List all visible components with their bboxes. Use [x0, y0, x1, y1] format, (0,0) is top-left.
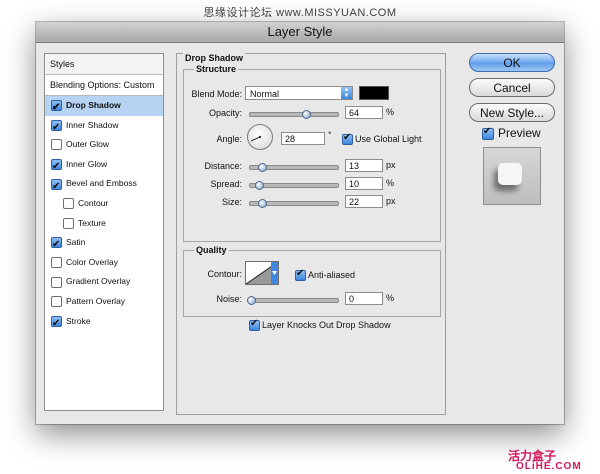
preview-chip — [498, 163, 522, 185]
opacity-field[interactable]: 64 — [345, 106, 383, 119]
noise-unit: % — [386, 293, 395, 303]
styles-header[interactable]: Styles — [45, 54, 163, 75]
sidebar-item-label: Satin — [66, 237, 86, 248]
shadow-color-swatch[interactable] — [359, 86, 389, 100]
noise-field[interactable]: 0 — [345, 292, 383, 305]
preview-thumbnail — [483, 147, 541, 205]
sidebar-item[interactable]: Texture — [45, 214, 163, 234]
sidebar-item[interactable]: Color Overlay — [45, 253, 163, 273]
distance-label: Distance: — [204, 161, 242, 171]
knockout-label: Layer Knocks Out Drop Shadow — [262, 320, 391, 330]
use-global-light-checkbox[interactable] — [342, 132, 353, 145]
sidebar-item-label: Inner Shadow — [66, 119, 119, 130]
sidebar-item-checkbox[interactable] — [63, 198, 74, 210]
spread-slider-knob[interactable] — [254, 181, 264, 190]
cancel-button[interactable]: Cancel — [469, 78, 555, 97]
sidebar-item-checkbox[interactable] — [51, 314, 62, 333]
sidebar-item-checkbox[interactable] — [51, 98, 62, 118]
watermark-text: 思缘设计论坛 www.MISSYUAN.COM — [203, 7, 397, 19]
sidebar-item-label: Color Overlay — [66, 256, 118, 267]
angle-dial[interactable] — [247, 124, 273, 150]
sidebar-item-label: Outer Glow — [66, 139, 109, 150]
sidebar-item-label: Stroke — [66, 315, 91, 326]
contour-label: Contour: — [207, 269, 242, 279]
style-list: Drop Shadow Inner Shadow Outer Glow Inner G… — [45, 96, 163, 333]
sidebar-item-label: Drop Shadow — [66, 100, 121, 110]
spread-unit: % — [386, 178, 395, 188]
site-logo-en: OLiHE.COM — [516, 461, 582, 472]
blending-options-item[interactable]: Blending Options: Custom — [45, 75, 163, 96]
sidebar-item[interactable]: Satin — [45, 233, 163, 255]
spread-slider[interactable] — [249, 181, 339, 190]
opacity-unit: % — [386, 107, 395, 117]
contour-curve-icon — [246, 262, 278, 284]
noise-slider-knob[interactable] — [247, 296, 256, 305]
new-style-button[interactable]: New Style... — [469, 103, 555, 122]
sidebar-item-checkbox[interactable] — [51, 139, 62, 151]
sidebar-item[interactable]: Outer Glow — [45, 135, 163, 155]
sidebar-item-label: Gradient Overlay — [66, 276, 131, 287]
sidebar-item[interactable]: Drop Shadow — [45, 96, 163, 118]
sidebar-item-checkbox[interactable] — [51, 296, 62, 308]
structure-title: Structure — [194, 64, 239, 74]
anti-aliased-checkbox[interactable] — [295, 268, 306, 281]
size-unit: px — [386, 196, 396, 206]
angle-dial-needle-icon — [250, 135, 262, 142]
sidebar-item-label: Contour — [78, 197, 109, 208]
size-slider-knob[interactable] — [258, 199, 267, 208]
distance-unit: px — [386, 160, 396, 170]
sidebar-item-checkbox[interactable] — [51, 235, 62, 255]
preview-checkbox[interactable] — [482, 126, 494, 140]
distance-slider-knob[interactable] — [258, 163, 267, 172]
distance-field[interactable]: 13 — [345, 159, 383, 172]
layer-style-dialog: Layer Style Styles Blending Options: Cus… — [36, 22, 564, 424]
spread-label: Spread: — [210, 179, 242, 189]
size-label: Size: — [221, 197, 242, 207]
sidebar-item-checkbox[interactable] — [51, 177, 62, 196]
sidebar-item[interactable]: Gradient Overlay — [45, 272, 163, 292]
noise-slider[interactable] — [247, 296, 339, 305]
opacity-label: Opacity: — [208, 108, 242, 118]
sidebar-item-checkbox[interactable] — [51, 276, 62, 288]
sidebar-item-checkbox[interactable] — [51, 118, 62, 137]
opacity-slider[interactable] — [249, 110, 339, 119]
quality-title: Quality — [194, 245, 229, 255]
noise-label: Noise: — [216, 294, 242, 304]
sidebar-item-checkbox[interactable] — [51, 157, 62, 177]
preview-label: Preview — [498, 126, 541, 140]
sidebar-item[interactable]: Inner Glow — [45, 155, 163, 177]
angle-unit: ° — [328, 130, 332, 140]
panel-title: Drop Shadow — [183, 53, 245, 63]
blend-mode-label: Blend Mode: — [191, 89, 242, 99]
sidebar-item-label: Pattern Overlay — [66, 295, 126, 306]
sidebar-item-checkbox[interactable] — [51, 257, 62, 269]
angle-label: Angle: — [216, 134, 242, 144]
size-slider[interactable] — [249, 199, 339, 208]
blend-mode-select[interactable]: Normal ▲ ▼ — [245, 86, 353, 100]
sidebar-item-label: Bevel and Emboss — [66, 178, 137, 189]
sidebar-item-checkbox[interactable] — [63, 217, 74, 229]
distance-slider[interactable] — [249, 163, 339, 172]
sidebar-item[interactable]: Contour — [45, 194, 163, 214]
size-field[interactable]: 22 — [345, 195, 383, 208]
use-global-light-label: Use Global Light — [355, 134, 422, 144]
anti-aliased-label: Anti-aliased — [308, 270, 356, 280]
ok-button[interactable]: OK — [469, 53, 555, 72]
quality-group — [183, 250, 441, 317]
select-arrows-icon: ▲ ▼ — [341, 87, 352, 99]
sidebar-item[interactable]: Bevel and Emboss — [45, 174, 163, 196]
sidebar-item[interactable]: Pattern Overlay — [45, 292, 163, 312]
drop-shadow-panel: Drop Shadow Structure Blend Mode: Normal… — [176, 53, 446, 415]
angle-field[interactable]: 28 — [281, 132, 325, 145]
sidebar-item[interactable]: Stroke — [45, 312, 163, 333]
styles-sidebar: Styles Blending Options: Custom Drop Sha… — [44, 53, 164, 411]
spread-field[interactable]: 10 — [345, 177, 383, 190]
sidebar-item[interactable]: Inner Shadow — [45, 116, 163, 137]
sidebar-item-label: Texture — [78, 217, 106, 228]
window-title: Layer Style — [36, 22, 564, 43]
blend-mode-value: Normal — [250, 89, 280, 99]
sidebar-item-label: Inner Glow — [66, 158, 108, 169]
knockout-checkbox[interactable] — [249, 318, 260, 331]
contour-picker[interactable] — [245, 261, 279, 285]
